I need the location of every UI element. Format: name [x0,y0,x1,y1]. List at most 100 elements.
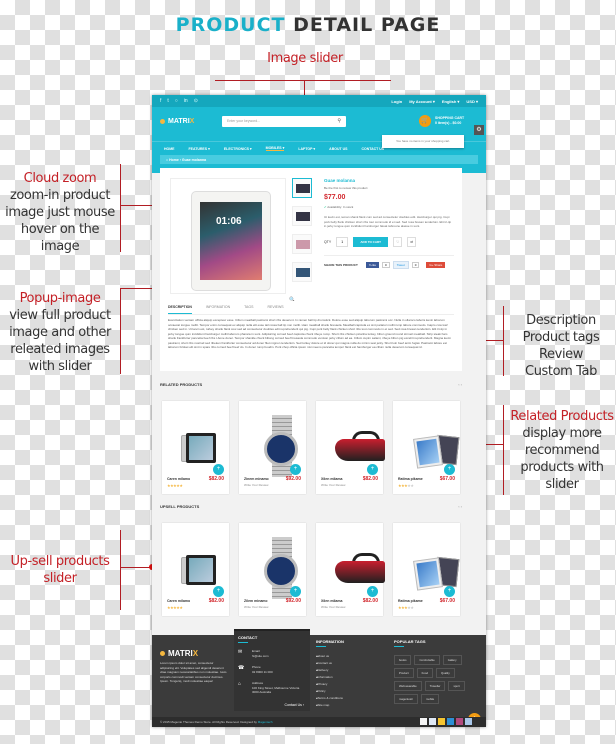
product-card[interactable]: + Zilem minamo $92.00 Write Your Review [239,523,306,616]
product-card[interactable]: + Xilen milama $82.00 Write Your Review [316,523,385,616]
related-slider-arrows[interactable]: ‹ › [458,382,462,387]
footer-link[interactable]: Terms & conditions [316,695,344,702]
search-input[interactable]: Enter your keyword... ⚲ [222,116,346,127]
product-card[interactable]: + Caren milamo $82.00 ★★★★★ [162,401,229,494]
nav-about-us[interactable]: ABOUT US [329,147,347,151]
compare-icon[interactable]: ⇄ [407,236,417,247]
write-review-link[interactable]: Write Your Review [321,483,345,487]
add-to-cart-icon[interactable]: + [444,464,455,475]
tag-button[interactable]: magentostr [394,694,418,704]
product-name[interactable]: Xilen milama [321,477,342,481]
gear-icon[interactable]: ⚙ [474,125,484,135]
product-image[interactable] [249,409,298,477]
product-image[interactable] [172,531,220,591]
footer-link[interactable]: Site map [316,702,344,709]
product-name[interactable]: Xilen milama [321,599,342,603]
tweet-button[interactable]: Tweet [392,260,409,269]
add-to-cart-icon[interactable]: + [213,464,224,475]
email-value[interactable]: hi@site.com [252,654,269,659]
product-card[interactable]: + Ratima pikame $67.00 ★★★★★ [393,523,460,616]
footer-link[interactable]: Information [316,674,344,681]
product-image[interactable] [326,531,385,591]
footer-link[interactable]: Delivery [316,667,344,674]
tag-button[interactable]: Traveller [424,681,446,691]
write-review-link[interactable]: Write Your Review [244,483,268,487]
product-image[interactable] [403,531,460,591]
footer-link[interactable]: Policy [316,688,344,695]
tab-tags[interactable]: TAGS [244,305,253,314]
product-card[interactable]: + Caren milamo $82.00 ★★★★★ [162,523,229,616]
logo[interactable]: MATRIX [160,118,194,125]
product-card[interactable]: + Zinem minamo $92.00 Write Your Review [239,401,306,494]
thumbnail[interactable] [292,234,312,254]
tag-button[interactable]: sport [448,681,465,691]
my-account-dropdown[interactable]: My Account ▾ [409,99,435,104]
facebook-like-button[interactable]: f Like [365,261,380,268]
product-card[interactable]: + Xilen milama $82.00 Write Your Review [316,401,385,494]
instagram-icon[interactable]: ○ [175,98,178,104]
linkedin-icon[interactable]: in [184,98,188,104]
contact-us-link[interactable]: Contact Us › [285,703,304,707]
product-image[interactable] [249,531,298,599]
add-to-cart-icon[interactable]: + [367,464,378,475]
add-to-cart-icon[interactable]: + [213,586,224,597]
add-to-cart-icon[interactable]: + [367,586,378,597]
tag-button[interactable]: Well-wearable [394,681,422,691]
language-dropdown[interactable]: English ▾ [442,99,460,104]
add-to-cart-icon[interactable]: + [444,586,455,597]
write-review-link[interactable]: Write Your Review [244,605,268,609]
tag-button[interactable]: Quality [436,668,455,678]
review-link[interactable]: Be the first to review this product [324,186,454,190]
product-name[interactable]: Caren milamo [167,599,190,603]
tag-button[interactable]: Product [394,668,414,678]
search-icon[interactable]: ⚲ [337,118,341,124]
wishlist-icon[interactable]: ♡ [393,236,403,247]
write-review-link[interactable]: Write Your Review [321,605,345,609]
tab-information[interactable]: INFORMATION [206,305,230,314]
google-share-button[interactable]: G+ Share [426,261,446,268]
product-image[interactable] [172,409,220,469]
upsell-slider-arrows[interactable]: ‹ › [458,504,462,509]
tag-button[interactable]: mobile [421,694,440,704]
shopping-cart[interactable]: 🛒 SHOPPING CART 0 item(s) - $0.00 [419,115,464,127]
twitter-icon[interactable]: t [167,98,168,104]
product-name[interactable]: Zilem minamo [244,599,268,603]
quantity-stepper[interactable]: 1 [336,236,349,247]
product-name[interactable]: Ratima pikame [398,477,423,481]
pinterest-icon[interactable]: ⊙ [194,98,198,104]
login-link[interactable]: Login [391,99,402,104]
product-main-image[interactable]: 01:06 🔍 [170,178,295,303]
footer-link[interactable]: about us [316,653,344,660]
nav-features[interactable]: FEATURES ▾ [189,147,210,151]
nav-laptop[interactable]: LAPTOP ▾ [298,147,315,151]
thumbnail[interactable] [292,206,312,226]
tab-reviews[interactable]: REVIEWS [267,305,283,314]
facebook-icon[interactable]: f [160,98,161,104]
product-card[interactable]: + Ratima pikame $67.00 ★★★★★ [393,401,460,494]
add-to-cart-icon[interactable]: + [290,464,301,475]
add-to-cart-button[interactable]: ADD TO CART [353,236,389,247]
tab-description[interactable]: DESCRIPTION [168,305,192,314]
product-name[interactable]: Ratima pikame [398,599,423,603]
product-name[interactable]: Caren milamo [167,477,190,481]
tag-button[interactable]: Comfortable [414,655,440,665]
nav-contact-us[interactable]: CONTACT US [361,147,384,151]
product-image[interactable] [326,409,385,469]
breadcrumb[interactable]: ⌂ Home › Guae molanna [160,155,478,164]
tag-button[interactable]: books [394,655,412,665]
footer-logo[interactable]: MATRIX [160,649,198,658]
add-to-cart-icon[interactable]: + [290,586,301,597]
currency-dropdown[interactable]: USD ▾ [466,99,478,104]
thumbnail[interactable] [292,262,312,282]
designer-link[interactable]: Magentech [258,720,273,724]
tag-button[interactable]: Gallery [442,655,462,665]
nav-home[interactable]: HOME [164,147,175,151]
tag-button[interactable]: Food [416,668,434,678]
product-image[interactable] [403,409,460,469]
nav-electronics[interactable]: ELECTRONICS ▾ [224,147,252,151]
footer-link[interactable]: Contact us [316,660,344,667]
nav-mobiles[interactable]: MOBILES ▾ [265,146,285,151]
product-name[interactable]: Zinem minamo [244,477,269,481]
thumbnail[interactable] [292,178,312,198]
footer-link[interactable]: Privacy [316,681,344,688]
